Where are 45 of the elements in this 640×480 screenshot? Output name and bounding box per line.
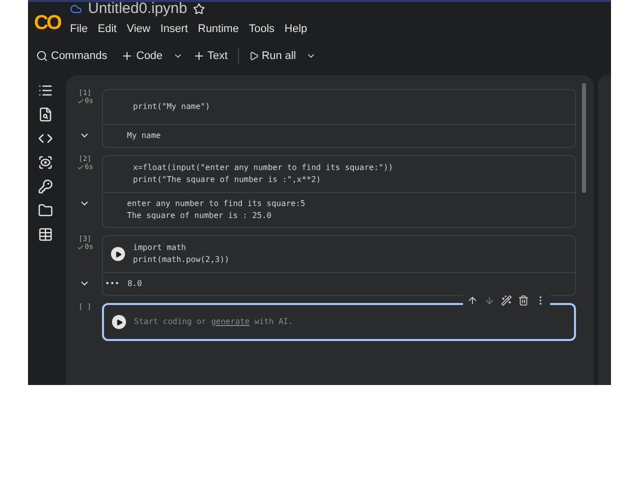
run-all-button[interactable]: Run all bbox=[244, 47, 300, 65]
code-line: print("My name") bbox=[133, 101, 210, 113]
play-icon bbox=[248, 51, 259, 61]
cell-placeholder: Start coding or generate with AI. bbox=[134, 316, 293, 328]
search-icon[interactable] bbox=[38, 107, 52, 122]
move-up-icon[interactable] bbox=[467, 295, 478, 306]
menu-item[interactable]: Insert bbox=[160, 23, 188, 35]
code-line: print(math.pow(2,3)) bbox=[133, 254, 230, 266]
code-icon[interactable] bbox=[38, 131, 52, 146]
code-line: x=float(input("enter any number to find its square:")) bbox=[133, 162, 394, 174]
output-line: enter any number to find its square:5 bbox=[127, 198, 306, 210]
colab-logo[interactable]: CO bbox=[34, 12, 60, 35]
output-line: My name bbox=[127, 130, 161, 142]
delete-icon[interactable] bbox=[518, 295, 529, 306]
menu-item[interactable]: Runtime bbox=[198, 23, 239, 35]
star-icon[interactable] bbox=[193, 2, 206, 14]
menu-item[interactable]: Help bbox=[284, 23, 308, 35]
table-icon[interactable] bbox=[38, 227, 52, 242]
menu-item[interactable]: View bbox=[126, 23, 150, 35]
output-menu[interactable]: ••• bbox=[105, 278, 120, 290]
code-line: import math bbox=[133, 242, 187, 254]
add-code-button[interactable]: Code bbox=[117, 47, 167, 65]
wand-icon[interactable] bbox=[501, 295, 512, 306]
notebook-title[interactable]: Untitled0.ipynb bbox=[88, 0, 188, 17]
toc-icon[interactable] bbox=[38, 83, 52, 98]
search-icon bbox=[36, 50, 48, 62]
plus-icon bbox=[192, 50, 205, 62]
eye-icon[interactable] bbox=[38, 155, 52, 170]
plus-icon bbox=[121, 50, 134, 62]
code-line: print("The square of number is :",x**2) bbox=[133, 174, 322, 186]
run-button[interactable] bbox=[111, 247, 125, 261]
menu-item[interactable]: Edit bbox=[98, 23, 117, 35]
output-line: The square of number is : 25.0 bbox=[127, 210, 272, 222]
run-button[interactable] bbox=[112, 315, 126, 329]
play-icon bbox=[114, 250, 122, 258]
drive-icon bbox=[70, 2, 82, 14]
play-icon bbox=[116, 318, 122, 326]
menu-item[interactable]: Tools bbox=[248, 23, 275, 35]
key-icon[interactable] bbox=[38, 179, 52, 194]
move-down-icon[interactable] bbox=[484, 295, 495, 306]
menu-item[interactable]: File bbox=[70, 23, 88, 35]
commands-button[interactable]: Commands bbox=[32, 47, 112, 65]
add-text-button[interactable]: Text bbox=[188, 47, 232, 65]
folder-icon[interactable] bbox=[38, 203, 52, 218]
output-line: 8.0 bbox=[127, 278, 142, 290]
